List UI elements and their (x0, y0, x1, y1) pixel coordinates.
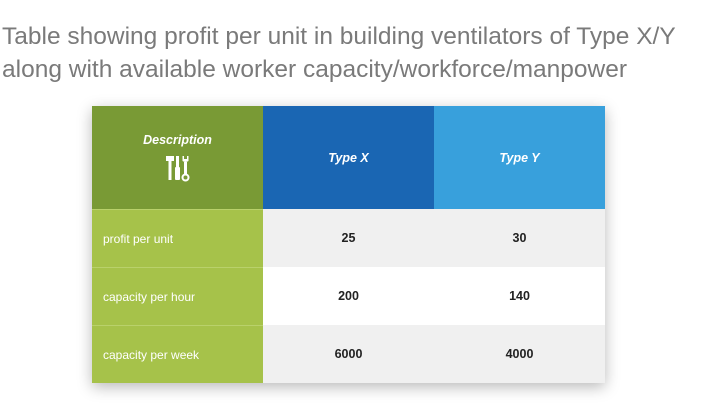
type-y-value: 4000 (434, 325, 605, 383)
tools-icon (165, 155, 189, 181)
type-x-value: 25 (263, 209, 434, 267)
page-title: Table showing profit per unit in buildin… (2, 23, 676, 83)
header-type-y: Type Y (434, 106, 605, 209)
row-label: capacity per week (92, 325, 263, 383)
table-row: capacity per week 6000 4000 (92, 325, 605, 383)
table-row: capacity per hour 200 140 (92, 267, 605, 325)
row-label: profit per unit (92, 209, 263, 267)
table-row: profit per unit 25 30 (92, 209, 605, 267)
type-y-value: 30 (434, 209, 605, 267)
type-x-value: 200 (263, 267, 434, 325)
data-table: Description Type X Type Y profit per uni… (92, 106, 605, 383)
type-y-value: 140 (434, 267, 605, 325)
header-type-x: Type X (263, 106, 434, 209)
type-x-value: 6000 (263, 325, 434, 383)
header-description: Description (92, 106, 263, 209)
table-header-row: Description Type X Type Y (92, 106, 605, 209)
row-label: capacity per hour (92, 267, 263, 325)
header-description-label: Description (143, 132, 212, 147)
slide: Table showing profit per unit in buildin… (0, 0, 720, 405)
